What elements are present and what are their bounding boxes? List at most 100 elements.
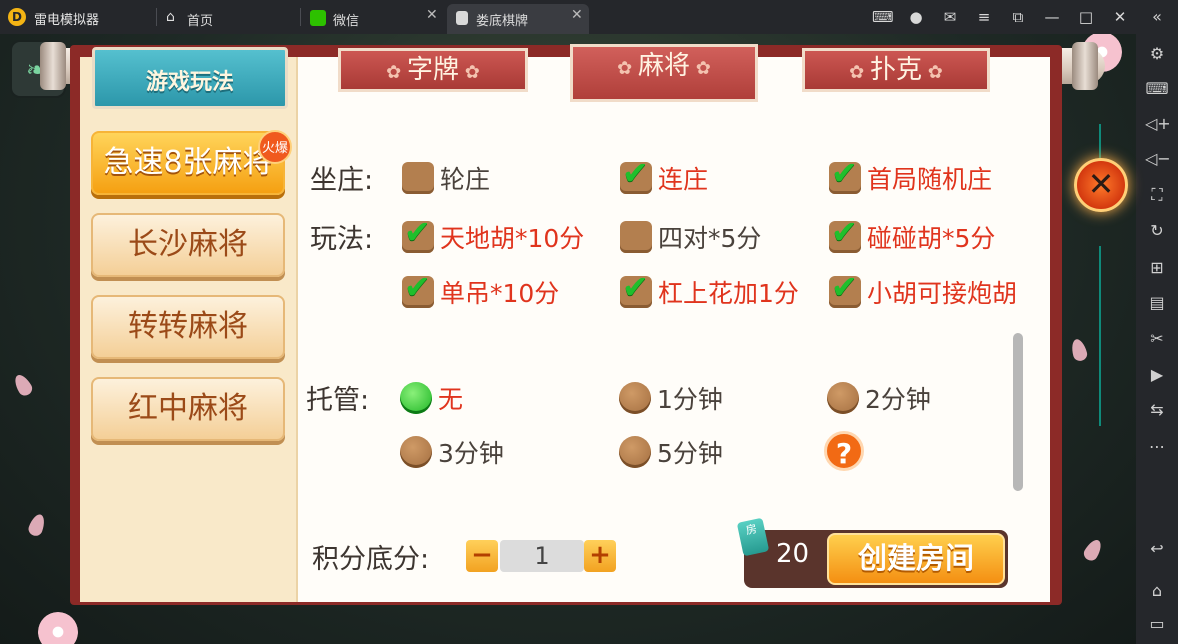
option-tuoguan-none[interactable]: 无 — [400, 380, 463, 416]
checkbox[interactable]: ✔ — [402, 213, 434, 253]
fullscreen-icon[interactable]: ⛶ — [1145, 183, 1169, 207]
category-tab-zipai-label: 字牌 — [406, 55, 459, 85]
option-label: 轮庄 — [440, 165, 491, 194]
tab-separator — [300, 8, 301, 26]
checkbox[interactable]: ✔ — [829, 213, 861, 253]
emulator-logo-icon: D — [8, 8, 26, 26]
tab-home-label: 首页 — [187, 14, 214, 29]
option-lianzhuang[interactable]: ✔ 连庄 — [620, 154, 709, 196]
checkmark-icon: ✔ — [404, 268, 431, 306]
record-video-icon[interactable]: ▶ — [1145, 363, 1169, 387]
option-dandiao[interactable]: ✔ 单吊*10分 — [402, 268, 560, 310]
settings-icon[interactable]: ⚙ — [1145, 42, 1169, 66]
option-lunzhuang[interactable]: 轮庄 — [402, 160, 490, 196]
category-tab-majiang[interactable]: ✿ 麻将 ✿ — [570, 44, 758, 102]
option-tuoguan-5min[interactable]: 5分钟 — [619, 434, 723, 470]
keyboard-icon[interactable]: ⌨ — [1145, 77, 1169, 101]
tab-wechat-close-icon[interactable]: ✕ — [426, 7, 438, 23]
volume-down-icon[interactable]: ◁− — [1145, 147, 1171, 171]
wanfa-label: 玩法: — [310, 224, 374, 255]
more-icon[interactable]: ⋯ — [1145, 435, 1169, 459]
recents-icon[interactable]: ▭ — [1145, 612, 1169, 636]
radio-button[interactable] — [400, 382, 432, 414]
tab-loudi-chess[interactable]: 娄底棋牌 ✕ — [447, 4, 589, 34]
category-tab-zipai[interactable]: ✿ 字牌 ✿ — [338, 48, 528, 92]
game-item-jisu8[interactable]: 急速8张麻将 — [91, 131, 285, 195]
checkbox[interactable]: ✔ — [829, 154, 861, 194]
options-scrollbar[interactable] — [1013, 333, 1023, 491]
create-room-button[interactable]: 创建房间 — [827, 533, 1005, 585]
checkbox[interactable]: ✔ — [620, 268, 652, 308]
option-siduei[interactable]: 四对*5分 — [620, 219, 761, 255]
ornament-icon: ✿ — [922, 62, 943, 83]
tab-wechat[interactable]: 微信 ✕ — [304, 4, 444, 34]
option-label: 连庄 — [658, 165, 709, 194]
close-window-icon[interactable]: ✕ — [1110, 7, 1130, 27]
back-icon[interactable]: ↩ — [1145, 537, 1169, 561]
multi-window-icon[interactable]: ⧉ — [1008, 7, 1028, 27]
scissors-icon[interactable]: ✂ — [1145, 327, 1169, 351]
radio-button[interactable] — [619, 436, 651, 468]
mail-icon[interactable]: ✉ — [940, 7, 960, 27]
checkmark-icon: ✔ — [622, 154, 649, 192]
tab-home[interactable]: ⌂ 首页 — [160, 4, 298, 34]
option-label: 杠上花加1分 — [658, 279, 799, 308]
game-item-hongzhong[interactable]: 红中麻将 — [91, 377, 285, 441]
tab-wechat-label: 微信 — [333, 14, 360, 29]
emulator-titlebar: D 雷电模拟器 ⌂ 首页 微信 ✕ 娄底棋牌 ✕ ⌨ ● ✉ ≡ ⧉ — □ ✕ — [0, 0, 1178, 34]
option-pengpenghu[interactable]: ✔ 碰碰胡*5分 — [829, 213, 995, 255]
minimize-icon[interactable]: — — [1042, 7, 1062, 27]
radio-button[interactable] — [827, 382, 859, 414]
gamepad-icon[interactable]: ⌨ — [872, 7, 894, 27]
option-gangshanghua[interactable]: ✔ 杠上花加1分 — [620, 268, 799, 310]
rules-tab: 游戏玩法 — [92, 47, 288, 109]
account-icon[interactable]: ● — [906, 7, 926, 27]
petal-decoration — [26, 512, 48, 538]
home-android-icon[interactable]: ⌂ — [1145, 579, 1169, 603]
option-tuoguan-1min[interactable]: 1分钟 — [619, 380, 723, 416]
collapse-sidebar-icon[interactable]: « — [1145, 5, 1169, 29]
emulator-app-name: 雷电模拟器 — [34, 13, 100, 28]
ornament-icon: ✿ — [617, 58, 638, 79]
help-question-icon[interactable]: ? — [824, 431, 864, 471]
game-item-zhuanzhuan[interactable]: 转转麻将 — [91, 295, 285, 359]
ornament-icon: ✿ — [459, 62, 480, 83]
radio-button[interactable] — [400, 436, 432, 468]
checkbox[interactable]: ✔ — [829, 268, 861, 308]
option-xiaohu-jiepao[interactable]: ✔ 小胡可接炮胡 — [829, 268, 1017, 310]
option-label: 5分钟 — [657, 439, 723, 468]
option-tuoguan-2min[interactable]: 2分钟 — [827, 380, 931, 416]
option-tiandihu[interactable]: ✔ 天地胡*10分 — [402, 213, 584, 255]
shared-folder-icon[interactable]: ⇆ — [1145, 398, 1169, 422]
checkbox[interactable] — [620, 221, 652, 253]
option-tuoguan-3min[interactable]: 3分钟 — [400, 434, 504, 470]
checkbox[interactable]: ✔ — [620, 154, 652, 194]
option-label: 1分钟 — [657, 385, 723, 414]
add-app-icon[interactable]: ⊞ — [1145, 256, 1169, 280]
score-base-label: 积分底分: — [312, 544, 430, 575]
apk-install-icon[interactable]: ▤ — [1145, 291, 1169, 315]
room-card-cost: 20 — [776, 539, 810, 569]
score-value-field[interactable]: 1 — [500, 540, 584, 572]
option-label: 单吊*10分 — [440, 279, 560, 308]
menu-icon[interactable]: ≡ — [974, 7, 994, 27]
game-item-label: 红中麻将 — [128, 391, 248, 426]
sync-icon[interactable]: ↻ — [1145, 219, 1169, 243]
option-random-first-dealer[interactable]: ✔ 首局随机庄 — [829, 154, 992, 196]
home-icon: ⌂ — [166, 9, 175, 25]
checkmark-icon: ✔ — [831, 268, 858, 306]
game-item-label: 转转麻将 — [128, 309, 248, 344]
category-tab-puke[interactable]: ✿ 扑克 ✿ — [802, 48, 990, 92]
volume-up-icon[interactable]: ◁+ — [1145, 112, 1171, 136]
checkbox[interactable] — [402, 162, 434, 194]
maximize-icon[interactable]: □ — [1076, 7, 1096, 27]
radio-button[interactable] — [619, 382, 651, 414]
checkbox[interactable]: ✔ — [402, 268, 434, 308]
score-increment-button[interactable]: + — [584, 540, 616, 572]
game-item-changsha[interactable]: 长沙麻将 — [91, 213, 285, 277]
score-decrement-button[interactable]: − — [466, 540, 498, 572]
checkmark-icon: ✔ — [404, 213, 431, 251]
option-label: 3分钟 — [438, 439, 504, 468]
close-dialog-button[interactable]: ✕ — [1074, 158, 1128, 212]
tab-loudi-close-icon[interactable]: ✕ — [571, 7, 583, 23]
